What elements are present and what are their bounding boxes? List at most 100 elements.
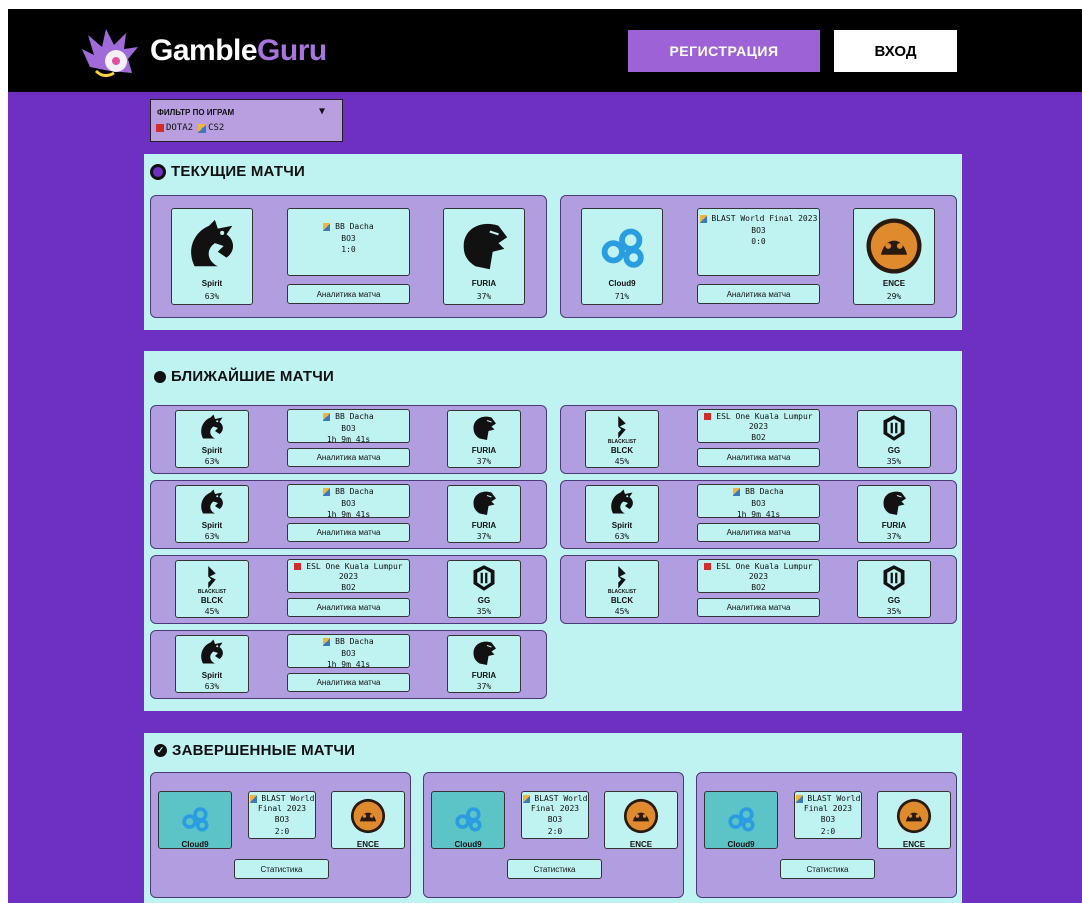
team-win-probability: 37% (476, 682, 492, 691)
team-win-probability: 37% (476, 292, 492, 301)
match-analytics-button[interactable]: Аналитика матча (697, 448, 820, 467)
team-name: ENCE (356, 840, 380, 849)
cs2-icon (795, 794, 803, 803)
team-box[interactable]: ENCE (604, 791, 678, 849)
brand-part-2: Guru (257, 34, 327, 67)
team-box[interactable]: BLACKLIST BLCK 45% (585, 560, 659, 618)
blacklist-wordmark: BLACKLIST (607, 439, 637, 445)
team-box[interactable]: GG 35% (447, 560, 521, 618)
event-label: ESL One Kuala Lumpur 2023 (306, 562, 403, 581)
team-box[interactable]: GG 35% (857, 410, 931, 468)
upcoming-match-card[interactable]: BLACKLIST BLCK 45% GG 35% ESL One Kuala Lump… (560, 555, 957, 624)
current-match-card[interactable]: Cloud9 71% ENCE 29% BLAST World Final 2023 B… (560, 195, 957, 318)
team-box[interactable]: ENCE (331, 791, 405, 849)
match-analytics-button[interactable]: Аналитика матча (287, 523, 410, 542)
current-match-card[interactable]: Spirit 63% FURIA 37% BB Dacha BO3 1:0 Аналитик… (150, 195, 547, 318)
match-info: BB Dacha BO3 1h 9m 41s (287, 634, 410, 668)
match-analytics-button[interactable]: Аналитика матча (287, 673, 410, 692)
team-box[interactable]: Spirit 63% (585, 485, 659, 543)
team-box[interactable]: Spirit 63% (175, 635, 249, 693)
ence-logo-icon (350, 798, 386, 838)
cloud9-logo-icon (723, 800, 759, 840)
team-box[interactable]: Spirit 63% (171, 208, 253, 305)
filter-game-cs2[interactable]: CS2 (208, 123, 224, 133)
team-box[interactable]: ENCE 29% (853, 208, 935, 305)
match-info: BLAST World Final 2023 BO3 0:0 (697, 208, 820, 276)
finished-match-card[interactable]: Cloud9 ENCE BLAST World Final 2023 BO3 2:0 С… (696, 772, 957, 898)
team-name: Cloud9 (727, 840, 755, 849)
team-win-probability: 63% (204, 532, 220, 541)
team-name: BLCK (610, 596, 634, 605)
event-label: BB Dacha (335, 637, 374, 646)
header: GambleGuru РЕГИСТРАЦИЯ ВХОД (8, 9, 1082, 92)
upcoming-match-card[interactable]: BLACKLIST BLCK 45% GG 35% ESL One Kuala Lump… (560, 405, 957, 474)
furia-logo-icon (469, 413, 499, 447)
event-label: BLAST World Final 2023 (530, 794, 588, 813)
team-box[interactable]: FURIA 37% (443, 208, 525, 305)
team-box[interactable]: Spirit 63% (175, 410, 249, 468)
team-box[interactable]: FURIA 37% (447, 485, 521, 543)
team-win-probability: 29% (886, 292, 902, 301)
match-format: BO3 (341, 233, 356, 243)
finished-match-card[interactable]: Cloud9 ENCE BLAST World Final 2023 BO3 2:0 С… (423, 772, 684, 898)
match-analytics-button[interactable]: Аналитика матча (697, 523, 820, 542)
match-statistics-button[interactable]: Статистика (780, 859, 875, 879)
match-statistics-button[interactable]: Статистика (234, 859, 329, 879)
upcoming-match-card[interactable]: Spirit 63% FURIA 37% BB Dacha BO3 1h 9m 41s Ан… (150, 405, 547, 474)
match-format: BO3 (341, 648, 356, 658)
match-analytics-button[interactable]: Аналитика матча (287, 598, 410, 617)
team-box[interactable]: Cloud9 (704, 791, 778, 849)
dropdown-arrow-icon[interactable]: ▼ (319, 106, 325, 117)
filter-game-dota2[interactable]: DOTA2 (166, 123, 193, 133)
register-button[interactable]: РЕГИСТРАЦИЯ (628, 30, 820, 72)
upcoming-match-card[interactable]: Spirit 63% FURIA 37% BB Dacha BO3 1h 9m 41s Ан… (560, 480, 957, 549)
match-info: ESL One Kuala Lumpur 2023BO22h 38m 41s (287, 559, 410, 593)
event-label: BLAST World Final 2023 (711, 214, 818, 223)
upcoming-match-card[interactable]: Spirit 63% FURIA 37% BB Dacha BO3 1h 9m 41s Ан… (150, 480, 547, 549)
team-name: Spirit (611, 521, 633, 530)
team-win-probability: 63% (204, 682, 220, 691)
match-analytics-button[interactable]: Аналитика матча (697, 284, 820, 304)
event-name: BB Dacha (288, 412, 409, 422)
furia-logo-icon (455, 217, 513, 279)
upcoming-match-card[interactable]: BLACKLIST BLCK 45% GG 35% ESL One Kuala Lump… (150, 555, 547, 624)
event-label: BB Dacha (335, 412, 374, 421)
team-name: GG (477, 596, 491, 605)
team-box[interactable]: FURIA 37% (857, 485, 931, 543)
team-box[interactable]: ENCE (877, 791, 951, 849)
match-format: BO3 (547, 815, 563, 825)
team-box[interactable]: Cloud9 (431, 791, 505, 849)
match-analytics-button[interactable]: Аналитика матча (287, 284, 410, 304)
match-status: 1:0 (341, 245, 356, 255)
match-format: BO3 (751, 225, 766, 235)
blacklist-wordmark: BLACKLIST (607, 589, 637, 595)
team-name: Spirit (201, 521, 223, 530)
game-filter-dropdown[interactable]: ФИЛЬТР ПО ИГРАМ ▼ DOTA2 CS2 (150, 99, 343, 142)
cs2-icon (323, 637, 331, 646)
team-box[interactable]: Cloud9 (158, 791, 232, 849)
match-analytics-button[interactable]: Аналитика матча (287, 448, 410, 467)
team-box[interactable]: FURIA 37% (447, 635, 521, 693)
team-box[interactable]: Spirit 63% (175, 485, 249, 543)
team-name: ENCE (902, 840, 926, 849)
brand-mascot-logo[interactable] (80, 27, 140, 79)
dota2-icon (704, 413, 712, 420)
brand-name[interactable]: GambleGuru (150, 34, 327, 68)
team-box[interactable]: Cloud9 71% (581, 208, 663, 305)
live-dot-icon (150, 163, 166, 180)
team-win-probability: 45% (614, 457, 630, 466)
team-box[interactable]: GG 35% (857, 560, 931, 618)
finished-match-card[interactable]: Cloud9 ENCE BLAST World Final 2023 BO3 2:0 С… (150, 772, 411, 898)
match-info: ESL One Kuala Lumpur 2023BO22h 38m 41s (697, 559, 820, 593)
team-box[interactable]: BLACKLIST BLCK 45% (175, 560, 249, 618)
match-analytics-button[interactable]: Аналитика матча (697, 598, 820, 617)
team-box[interactable]: FURIA 37% (447, 410, 521, 468)
match-statistics-button[interactable]: Статистика (507, 859, 602, 879)
upcoming-match-card[interactable]: Spirit 63% FURIA 37% BB Dacha BO3 1h 9m 41s Ан… (150, 630, 547, 699)
spirit-logo-icon (197, 638, 227, 672)
event-name: ESL One Kuala Lumpur 2023 (698, 412, 819, 431)
cloud9-logo-icon (593, 217, 651, 279)
team-box[interactable]: BLACKLIST BLCK 45% (585, 410, 659, 468)
login-button[interactable]: ВХОД (834, 30, 957, 72)
team-win-probability: 35% (886, 607, 902, 616)
